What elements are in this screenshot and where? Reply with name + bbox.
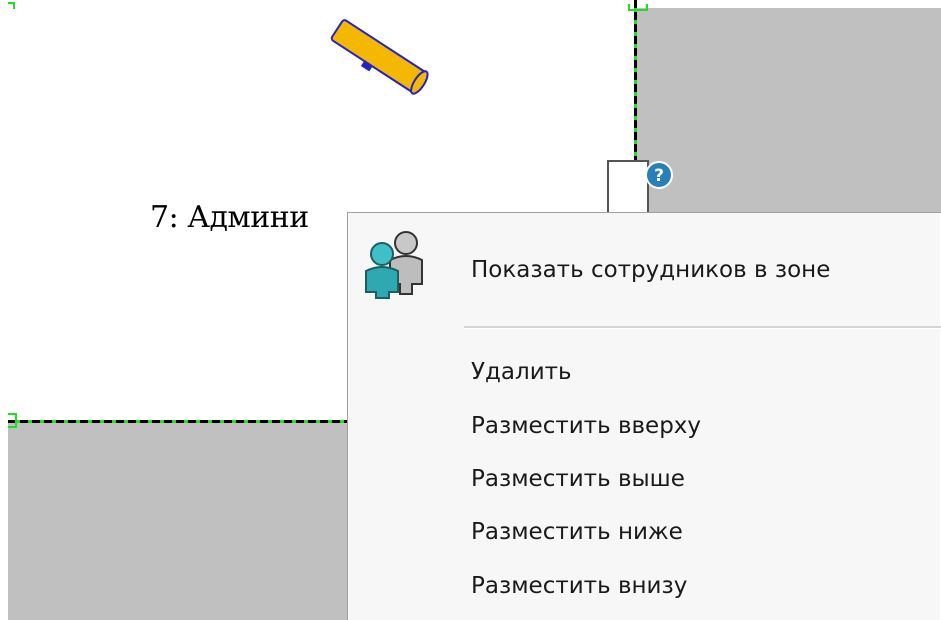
outside-area-bottom <box>8 423 347 620</box>
menu-separator <box>464 326 941 329</box>
menu-item-label: Разместить вверху <box>471 413 702 439</box>
menu-item-label: Разместить внизу <box>471 573 688 599</box>
menu-item-send-to-back[interactable]: Разместить внизу <box>348 561 941 611</box>
menu-item-label: Разместить ниже <box>471 519 683 545</box>
menu-item-send-backward[interactable]: Разместить ниже <box>348 507 941 557</box>
floor-plan-canvas[interactable]: 7: Админи ? Показать сотрудников в зоне <box>0 0 941 620</box>
svg-text:?: ? <box>654 166 664 186</box>
camera-icon[interactable] <box>322 18 434 98</box>
selection-handle-top-right[interactable] <box>628 4 648 11</box>
menu-item-bring-forward[interactable]: Разместить выше <box>348 454 941 504</box>
menu-item-label: Разместить выше <box>471 466 685 492</box>
menu-item-bring-to-front[interactable]: Разместить вверху <box>348 401 941 451</box>
menu-item-label: Показать сотрудников в зоне <box>471 257 831 283</box>
menu-item-label: Удалить <box>471 359 572 385</box>
zone-label[interactable]: 7: Админи <box>150 200 309 235</box>
menu-item-delete[interactable]: Удалить <box>348 347 941 397</box>
selection-handle-top-left[interactable] <box>8 2 15 9</box>
selection-handle-bottom-left[interactable] <box>8 413 17 428</box>
menu-item-show-employees[interactable]: Показать сотрудников в зоне <box>348 245 941 295</box>
help-icon[interactable]: ? <box>644 160 674 190</box>
context-menu: Показать сотрудников в зоне Удалить Разм… <box>347 212 941 620</box>
outside-area-right <box>636 8 941 212</box>
